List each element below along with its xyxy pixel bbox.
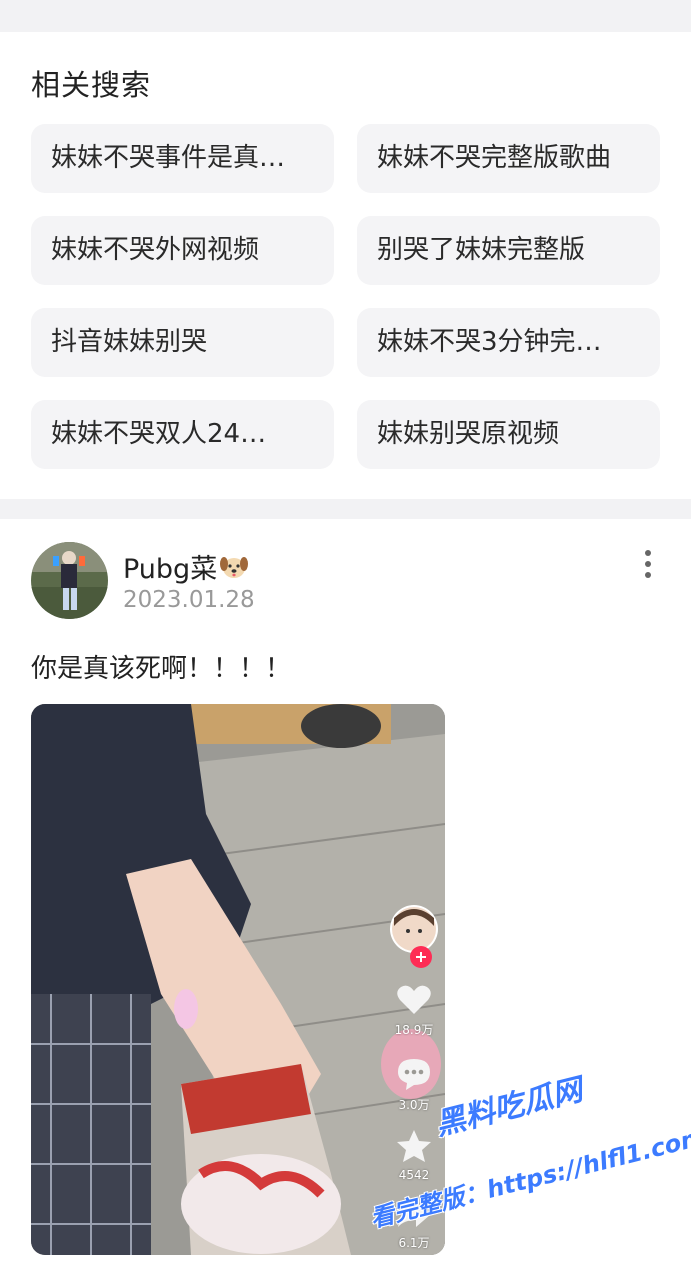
- related-search-chip[interactable]: 妹妹不哭事件是真…: [31, 124, 334, 193]
- related-searches-title: 相关搜索: [31, 68, 152, 102]
- related-searches-card: 相关搜索 妹妹不哭事件是真… 妹妹不哭完整版歌曲 妹妹不哭外网视频 别哭了妹妹完…: [0, 32, 691, 499]
- comment-icon: [398, 1059, 430, 1090]
- post-caption: 你是真该死啊！！！！: [31, 654, 292, 684]
- favorite-button[interactable]: 4542: [389, 1129, 439, 1182]
- related-search-chip[interactable]: 抖音妹妹别哭: [31, 308, 334, 377]
- related-search-chip[interactable]: 别哭了妹妹完整版: [357, 216, 660, 285]
- related-search-chip[interactable]: 妹妹不哭完整版歌曲: [357, 124, 660, 193]
- username-text: Pubg菜: [123, 554, 218, 585]
- follow-plus-icon[interactable]: [389, 945, 439, 972]
- star-icon: [397, 1130, 431, 1162]
- avatar[interactable]: [31, 542, 108, 619]
- video-thumbnail[interactable]: 18.9万 3.0万 4542 6.1万: [31, 704, 445, 1255]
- dog-emoji-icon: [220, 557, 249, 578]
- heart-icon: [397, 985, 431, 1014]
- post-date: 2023.01.28: [123, 587, 255, 613]
- bottom-scroll-indicator: [76, 1272, 616, 1278]
- top-spacer: [0, 0, 691, 12]
- like-count: 18.9万: [394, 1023, 434, 1037]
- related-search-chip[interactable]: 妹妹不哭外网视频: [31, 216, 334, 285]
- share-count: 6.1万: [398, 1236, 430, 1250]
- username[interactable]: Pubg菜: [123, 547, 249, 586]
- video-frame: [31, 704, 445, 1255]
- more-vertical-icon[interactable]: [634, 547, 662, 581]
- search-results-page: 相关搜索 妹妹不哭事件是真… 妹妹不哭完整版歌曲 妹妹不哭外网视频 别哭了妹妹完…: [0, 0, 691, 1280]
- favorite-count: 4542: [398, 1168, 430, 1182]
- related-search-chip[interactable]: 妹妹不哭3分钟完…: [357, 308, 660, 377]
- related-search-chip[interactable]: 妹妹不哭双人24…: [31, 400, 334, 469]
- related-search-chip[interactable]: 妹妹别哭原视频: [357, 400, 660, 469]
- like-button[interactable]: 18.9万: [389, 984, 439, 1038]
